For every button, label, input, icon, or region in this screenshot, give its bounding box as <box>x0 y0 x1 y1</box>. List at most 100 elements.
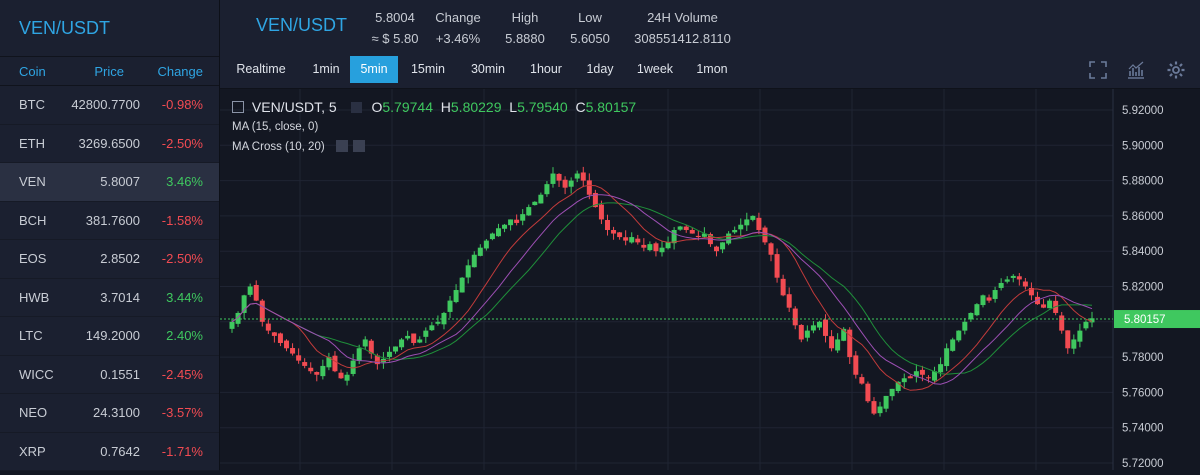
y-tick-label: 5.76000 <box>1122 387 1164 399</box>
price-chart[interactable]: 5.92000 5.90000 5.88000 5.86000 5.84000 5.820… <box>220 89 1200 470</box>
candle-up <box>356 348 362 361</box>
candle-down <box>604 220 610 231</box>
candle-up <box>992 290 998 299</box>
legend-ohlc: O5.79744 H5.80229 L5.79540 C5.80157 <box>371 99 637 115</box>
market-row-hwb[interactable]: HWB 3.7014 3.44% <box>0 279 219 317</box>
candle-up <box>459 277 465 293</box>
fullscreen-icon[interactable] <box>1088 60 1108 80</box>
indicator-ma-cross-label[interactable]: MA Cross (10, 20) <box>232 140 366 153</box>
market-row-xrp[interactable]: XRP 0.7642 -1.71% <box>0 433 219 471</box>
ticker-low-value: 5.6050 <box>570 31 610 46</box>
timeframe-1hour[interactable]: 1hour <box>525 56 567 83</box>
timeframe-30min[interactable]: 30min <box>465 56 511 83</box>
candle-up <box>956 330 962 341</box>
candle-down <box>271 332 277 336</box>
candle-up <box>816 321 822 328</box>
market-row-btc[interactable]: BTC 42800.7700 -0.98% <box>0 86 219 125</box>
row-price: 2.8502 <box>100 251 140 266</box>
candle-down <box>689 229 695 234</box>
market-list-header: Coin Price Change <box>0 57 219 86</box>
row-price: 381.7600 <box>85 212 140 228</box>
candle-up <box>980 295 986 306</box>
candle-down <box>284 340 290 349</box>
indicator-close-icon[interactable] <box>353 140 366 152</box>
candle-up <box>344 374 350 381</box>
timeframe-1min[interactable]: 1min <box>306 56 346 83</box>
row-change: -1.58% <box>161 212 203 228</box>
candle-down <box>514 219 520 223</box>
candle-up <box>810 325 816 331</box>
row-change: -2.50% <box>161 135 203 151</box>
candle-up <box>471 254 477 268</box>
candle-down <box>695 235 701 238</box>
header-price[interactable]: Price <box>0 64 124 79</box>
row-price: 5.8007 <box>100 174 140 189</box>
candle-up <box>393 346 399 352</box>
candle-up <box>1077 330 1083 342</box>
candle-up <box>750 215 756 220</box>
y-tick-label: 5.74000 <box>1122 423 1164 435</box>
candle-down <box>865 383 871 402</box>
candle-up <box>229 321 235 329</box>
candle-up <box>417 339 423 343</box>
row-change: -2.45% <box>161 366 203 382</box>
market-row-neo[interactable]: NEO 24.3100 -3.57% <box>0 394 219 433</box>
candle-up <box>574 173 580 179</box>
candle-down <box>774 254 780 278</box>
candle-down <box>611 230 617 234</box>
candle-down <box>871 401 877 414</box>
market-row-bch[interactable]: BCH 381.7600 -1.58% <box>0 202 219 240</box>
row-price: 3269.6500 <box>78 135 140 151</box>
timeframe-15min[interactable]: 15min <box>406 56 450 83</box>
candle-down <box>829 336 835 349</box>
ticker-change-label: Change <box>435 10 481 25</box>
market-row-ven[interactable]: VEN 5.8007 3.46% <box>0 163 219 202</box>
timeframe-realtime[interactable]: Realtime <box>232 56 290 83</box>
legend-open: 5.79744 <box>382 99 433 115</box>
y-tick-label: 5.86000 <box>1122 211 1164 223</box>
ticker-low-block: Low 5.6050 <box>560 10 620 46</box>
settings-gear-icon[interactable] <box>1166 60 1186 80</box>
y-tick-label: 5.72000 <box>1122 458 1164 470</box>
timeframe-1week[interactable]: 1week <box>630 56 680 83</box>
market-row-ltc[interactable]: LTC 149.2000 2.40% <box>0 317 219 356</box>
collapse-legend-icon[interactable] <box>232 101 244 113</box>
market-row-wicc[interactable]: WICC 0.1551 -2.45% <box>0 356 219 394</box>
y-tick-label: 5.90000 <box>1122 140 1164 152</box>
indicators-icon[interactable] <box>1126 60 1146 80</box>
candle-down <box>1016 276 1022 280</box>
sidebar-pair-title: VEN/USDT <box>0 0 219 57</box>
timeframe-1mon[interactable]: 1mon <box>690 56 734 83</box>
candle-up <box>465 265 471 278</box>
candle-up <box>804 330 810 338</box>
candle-down <box>308 367 314 372</box>
candle-down <box>859 377 865 384</box>
candle-down <box>641 244 647 248</box>
candle-up <box>544 184 550 195</box>
candle-up <box>1083 321 1089 329</box>
candle-down <box>907 376 913 379</box>
candle-down <box>623 237 629 241</box>
candlestick-chart[interactable]: 5.92000 5.90000 5.88000 5.86000 5.84000 5.820… <box>220 89 1200 470</box>
row-price: 149.2000 <box>85 328 140 343</box>
candle-up <box>483 240 489 249</box>
row-price: 0.1551 <box>100 366 140 382</box>
candle-down <box>1041 304 1047 308</box>
row-price: 0.7642 <box>100 443 140 459</box>
timeframe-1day[interactable]: 1day <box>581 56 619 83</box>
header-change[interactable]: Change <box>130 64 203 79</box>
row-change: -2.50% <box>161 251 203 266</box>
market-row-eth[interactable]: ETH 3269.6500 -2.50% <box>0 125 219 163</box>
ticker-usd-price: ≈ $ 5.80 <box>371 31 419 46</box>
candle-up <box>320 365 326 377</box>
indicator-ma-label[interactable]: MA (15, close, 0) <box>232 121 318 133</box>
market-row-eos[interactable]: EOS 2.8502 -2.50% <box>0 240 219 279</box>
candle-up <box>405 335 411 339</box>
ticker-price-block: 5.8004 ≈ $ 5.80 <box>365 10 425 46</box>
candle-down <box>253 285 259 301</box>
candle-up <box>247 286 253 295</box>
timeframe-5min[interactable]: 5min <box>350 56 398 83</box>
candle-up <box>502 224 508 229</box>
legend-settings-icon[interactable] <box>350 102 362 113</box>
indicator-settings-icon[interactable] <box>335 140 348 152</box>
